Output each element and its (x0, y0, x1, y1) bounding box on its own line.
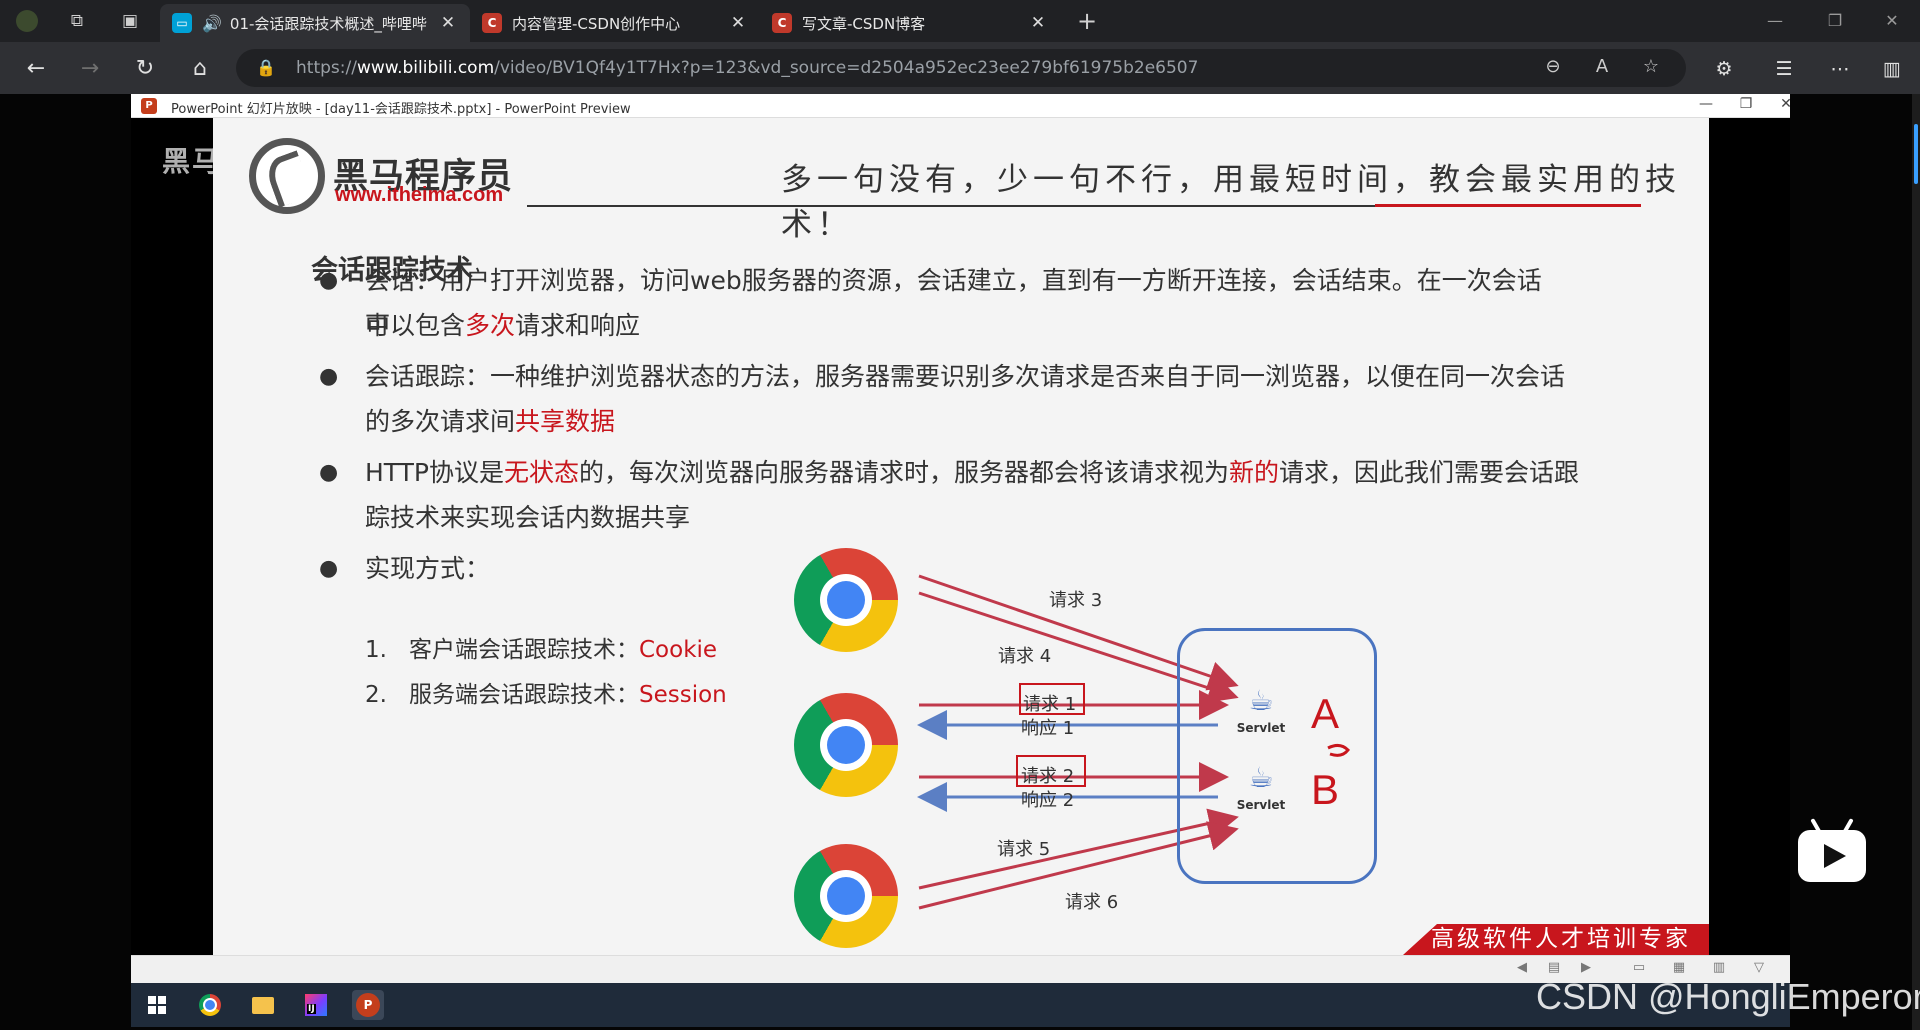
scrollbar-thumb[interactable] (1914, 124, 1918, 184)
lock-icon[interactable]: 🔒 (256, 58, 276, 77)
label-request-1: 请求 1 (1023, 694, 1077, 715)
close-tab-icon[interactable]: ✕ (728, 13, 748, 33)
file-explorer-icon[interactable] (247, 990, 279, 1020)
close-window-icon[interactable]: ✕ (1862, 6, 1920, 36)
servlet-label: Servlet (1236, 721, 1286, 735)
extensions-icon[interactable]: ⚙ (1710, 55, 1738, 83)
tab-csdn-write[interactable]: C 写文章-CSDN博客 ✕ (760, 4, 1060, 42)
slide: 黑马程序员 www.itheima.com 多一句没有，少一句不行，用最短时间，… (213, 118, 1709, 955)
page-scrollbar[interactable] (1912, 94, 1920, 1030)
tab-title: 写文章-CSDN博客 (802, 14, 926, 33)
tab-csdn-content[interactable]: C 内容管理-CSDN创作中心 ✕ (470, 4, 760, 42)
intellij-idea-icon[interactable]: IJ (300, 990, 332, 1020)
address-bar[interactable]: 🔒 https://www.bilibili.com/video/BV1Qf4y… (236, 49, 1686, 87)
slide-sorter-icon[interactable]: ▦ (1666, 960, 1692, 975)
csdn-c-icon: C (482, 13, 502, 33)
label-request-3: 请求 3 (1049, 590, 1103, 611)
address-toolbar: ← → ↻ ⌂ 🔒 https://www.bilibili.com/video… (0, 42, 1920, 94)
url-text[interactable]: https://www.bilibili.com/video/BV1Qf4y1T… (296, 58, 1198, 78)
csdn-c-icon: C (772, 13, 792, 33)
favorites-list-icon[interactable]: ☰ (1770, 55, 1798, 83)
csdn-watermark: CSDN @HongliEmperor (1536, 976, 1920, 1017)
chrome-taskbar-icon[interactable] (194, 990, 226, 1020)
minimize-window-icon[interactable]: — (1745, 6, 1805, 36)
close-tab-icon[interactable]: ✕ (438, 13, 458, 33)
zoom-icon[interactable]: ⊖ (1540, 56, 1566, 82)
back-arrow-icon[interactable]: ← (22, 55, 50, 83)
slide-menu-icon[interactable]: ▤ (1541, 960, 1567, 975)
refresh-icon[interactable]: ↻ (131, 55, 159, 83)
ppt-window-titlebar: P PowerPoint 幻灯片放映 - [day11-会话跟踪技术.pptx]… (131, 94, 1792, 118)
label-response-2: 响应 2 (1021, 790, 1075, 811)
tab-bilibili[interactable]: ▭ 🔊 01-会话跟踪技术概述_哔哩哔 ✕ (160, 4, 470, 42)
servlet-a: ☕ Servlet (1234, 681, 1288, 745)
normal-view-icon[interactable]: ▭ (1626, 960, 1652, 975)
label-request-6: 请求 6 (1065, 892, 1119, 913)
forward-arrow-icon[interactable]: → (76, 55, 104, 83)
slide-footer-banner: 高级软件人才培训专家 (1403, 924, 1709, 955)
read-aloud-icon[interactable]: A (1589, 56, 1615, 82)
home-icon[interactable]: ⌂ (186, 55, 214, 83)
label-request-4: 请求 4 (998, 646, 1052, 667)
ppt-close-icon[interactable]: ✕ (1766, 96, 1806, 112)
slideshow-view-icon[interactable]: ▽ (1746, 960, 1772, 975)
more-menu-icon[interactable]: ⋯ (1826, 55, 1854, 83)
vertical-tabs-icon[interactable]: ▣ (117, 8, 143, 34)
label-request-2: 请求 2 (1021, 766, 1075, 787)
tab-title: 01-会话跟踪技术概述_哔哩哔 (229, 14, 427, 33)
ppt-restore-icon[interactable]: ❐ (1726, 96, 1766, 112)
windows-start-icon[interactable] (141, 990, 173, 1020)
servlet-b-letter: B (1311, 766, 1340, 813)
label-response-1: 响应 1 (1021, 718, 1075, 739)
prev-slide-icon[interactable]: ◀ (1509, 960, 1535, 975)
audio-playing-icon[interactable]: 🔊 (202, 14, 222, 33)
bilibili-play-button[interactable] (1796, 818, 1870, 884)
powerpoint-icon: P (141, 98, 157, 114)
close-tab-icon[interactable]: ✕ (1028, 13, 1048, 33)
java-cup-icon: ☕ (1248, 761, 1274, 794)
favorite-star-icon[interactable]: ☆ (1638, 56, 1664, 82)
ppt-window-title: PowerPoint 幻灯片放映 - [day11-会话跟踪技术.pptx] -… (171, 102, 631, 117)
servlet-label: Servlet (1236, 798, 1286, 812)
restore-window-icon[interactable]: ❐ (1805, 6, 1865, 36)
label-request-5: 请求 5 (997, 839, 1051, 860)
server-container (1177, 628, 1377, 884)
profile-avatar[interactable] (14, 8, 40, 34)
next-slide-icon[interactable]: ▶ (1573, 960, 1599, 975)
java-cup-icon: ☕ (1248, 684, 1274, 717)
ppt-minimize-icon[interactable]: — (1686, 96, 1726, 112)
tab-title: 内容管理-CSDN创作中心 (512, 14, 681, 33)
servlet-a-letter: A (1311, 690, 1340, 737)
new-tab-plus-icon[interactable]: + (1074, 7, 1100, 35)
sidebar-toggle-icon[interactable]: ▥ (1878, 55, 1906, 83)
session-diagram-arrows (917, 574, 1350, 910)
url-domain: www.bilibili.com (356, 58, 495, 78)
play-icon (1798, 830, 1866, 882)
servlet-b: ☕ Servlet (1234, 758, 1288, 822)
bilibili-tv-icon: ▭ (172, 13, 192, 33)
powerpoint-taskbar-icon[interactable]: P (352, 990, 384, 1020)
workspaces-icon[interactable]: ⧉ (64, 8, 90, 34)
url-path: /video/BV1Qf4y1T7Hx?p=123&vd_source=d250… (494, 58, 1199, 78)
tab-bar: ⧉ ▣ ▭ 🔊 01-会话跟踪技术概述_哔哩哔 ✕ C 内容管理-CSDN创作中… (0, 0, 1920, 42)
url-scheme: https:// (296, 58, 357, 78)
reading-view-icon[interactable]: ▥ (1706, 960, 1732, 975)
